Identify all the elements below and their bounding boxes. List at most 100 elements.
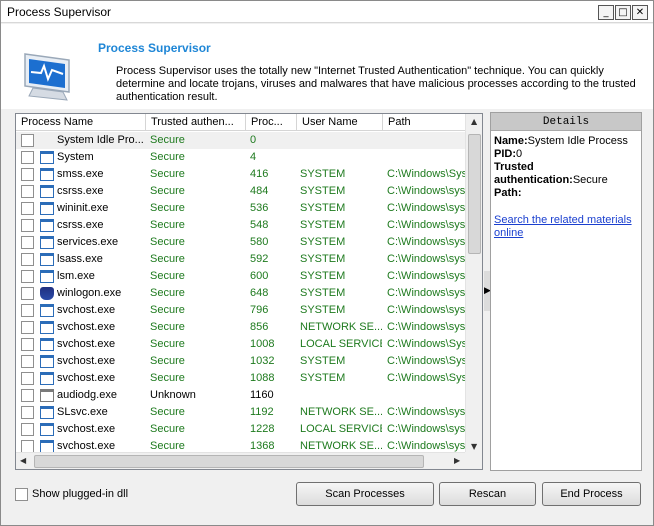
trusted-auth-cell: Secure [150,253,185,265]
process-name-cell: winlogon.exe [57,287,122,299]
pid-cell: 4 [250,151,257,163]
process-name-cell: services.exe [57,236,119,248]
window-title: Process Supervisor [7,5,112,19]
path-cell: C:\Windows\syst [387,219,467,231]
process-name-cell: audiodg.exe [57,389,117,401]
column-header-trusted-auth[interactable]: Trusted authen... [146,114,246,131]
row-checkbox[interactable] [21,304,34,317]
application-window-icon [40,202,54,215]
process-row[interactable]: svchost.exe Secure 1228 LOCAL SERVICE C:\Win… [16,421,467,438]
scroll-left-icon[interactable]: ◀ [20,456,26,465]
app-description: Process Supervisor uses the totally new … [116,65,636,103]
process-name-cell: svchost.exe [57,423,116,435]
process-row[interactable]: svchost.exe Secure 796 SYSTEM C:\Windows\sys… [16,302,467,319]
pid-cell: 548 [250,219,269,231]
process-row[interactable]: csrss.exe Secure 548 SYSTEM C:\Windows\syst [16,217,467,234]
application-window-icon [40,355,54,368]
trusted-auth-cell: Secure [150,338,185,350]
show-dll-checkbox[interactable] [15,488,28,501]
path-cell: C:\Windows\syst [387,202,467,214]
close-button[interactable]: ✕ [632,5,648,20]
row-checkbox[interactable] [21,321,34,334]
path-cell: C:\Windows\syst [387,406,467,418]
application-window-icon [40,423,54,436]
vertical-scrollbar[interactable]: ▲ ▼ [465,114,482,454]
end-process-button[interactable]: End Process [542,482,641,506]
process-row[interactable]: svchost.exe Secure 1032 SYSTEM C:\Windows\Sy… [16,353,467,370]
process-row[interactable]: lsass.exe Secure 592 SYSTEM C:\Windows\syst [16,251,467,268]
scroll-up-icon[interactable]: ▲ [471,117,477,126]
process-list[interactable]: Process Name Trusted authen... Proc... U… [15,113,483,470]
close-icon: ✕ [635,6,645,18]
horizontal-scroll-thumb[interactable] [34,455,424,468]
process-name-cell: csrss.exe [57,219,104,231]
column-header-user-name[interactable]: User Name [297,114,383,131]
row-checkbox[interactable] [21,185,34,198]
process-rows: System Idle Pro... Secure 0 System Secure 4 sm… [16,132,467,455]
detail-trust-label: Trusted authentication: [494,161,573,186]
trusted-auth-cell: Secure [150,287,185,299]
process-row[interactable]: winlogon.exe Secure 648 SYSTEM C:\Windows\sy… [16,285,467,302]
horizontal-scrollbar[interactable]: ◀ ▶ [16,452,467,469]
header-area: Process Supervisor Process Supervisor us… [1,24,653,109]
row-checkbox[interactable] [21,389,34,402]
pid-cell: 1032 [250,355,275,367]
row-checkbox[interactable] [21,270,34,283]
title-bar[interactable]: Process Supervisor _ □ ✕ [1,1,653,23]
row-checkbox[interactable] [21,338,34,351]
process-row[interactable]: svchost.exe Secure 1008 LOCAL SERVICE C:\Win… [16,336,467,353]
pid-cell: 856 [250,321,269,333]
user-name-cell: SYSTEM [300,185,346,197]
trusted-auth-cell: Secure [150,321,185,333]
row-checkbox[interactable] [21,151,34,164]
application-window-icon [40,372,54,385]
process-row[interactable]: lsm.exe Secure 600 SYSTEM C:\Windows\syst [16,268,467,285]
row-checkbox[interactable] [21,236,34,249]
process-row[interactable]: System Secure 4 [16,149,467,166]
pid-cell: 536 [250,202,269,214]
process-name-cell: System Idle Pro... [57,134,144,146]
row-checkbox[interactable] [21,406,34,419]
search-online-link[interactable]: Search the related materials online [494,214,638,240]
application-window-icon [40,270,54,283]
application-window-icon [40,151,54,164]
detail-name-label: Name: [494,135,528,147]
process-row[interactable]: System Idle Pro... Secure 0 [16,132,467,149]
scroll-right-icon[interactable]: ▶ [454,456,460,465]
column-header-pid[interactable]: Proc... [246,114,297,131]
process-row[interactable]: smss.exe Secure 416 SYSTEM C:\Windows\Sys [16,166,467,183]
scroll-down-icon[interactable]: ▼ [471,442,477,451]
process-row[interactable]: csrss.exe Secure 484 SYSTEM C:\Windows\syst [16,183,467,200]
user-name-cell: LOCAL SERVICE [300,423,382,435]
row-checkbox[interactable] [21,287,34,300]
process-row[interactable]: svchost.exe Secure 856 NETWORK SE... C:\Wind… [16,319,467,336]
scan-processes-button[interactable]: Scan Processes [296,482,434,506]
user-name-cell: NETWORK SE... [300,406,382,418]
column-header-path[interactable]: Path [383,114,467,131]
path-cell: C:\Windows\Sys [387,372,467,384]
process-row[interactable]: SLsvc.exe Secure 1192 NETWORK SE... C:\Windo… [16,404,467,421]
path-cell: C:\Windows\syst [387,270,467,282]
row-checkbox[interactable] [21,423,34,436]
row-checkbox[interactable] [21,202,34,215]
row-checkbox[interactable] [21,355,34,368]
column-header-process-name[interactable]: Process Name [16,114,146,131]
vertical-scroll-thumb[interactable] [468,134,481,254]
details-body: Name:System Idle Process PID:0 Trusted a… [491,131,641,244]
row-checkbox[interactable] [21,219,34,232]
trusted-auth-cell: Secure [150,406,185,418]
user-name-cell: SYSTEM [300,287,346,299]
maximize-button[interactable]: □ [615,5,631,20]
path-cell: C:\Windows\Sys [387,355,467,367]
process-row[interactable]: audiodg.exe Unknown 1160 [16,387,467,404]
rescan-button[interactable]: Rescan [439,482,536,506]
row-checkbox[interactable] [21,372,34,385]
process-row[interactable]: wininit.exe Secure 536 SYSTEM C:\Windows\sys… [16,200,467,217]
trusted-auth-cell: Secure [150,304,185,316]
row-checkbox[interactable] [21,168,34,181]
minimize-button[interactable]: _ [598,5,614,20]
process-row[interactable]: services.exe Secure 580 SYSTEM C:\Windows\sy… [16,234,467,251]
process-row[interactable]: svchost.exe Secure 1088 SYSTEM C:\Windows\Sy… [16,370,467,387]
row-checkbox[interactable] [21,253,34,266]
row-checkbox[interactable] [21,134,34,147]
